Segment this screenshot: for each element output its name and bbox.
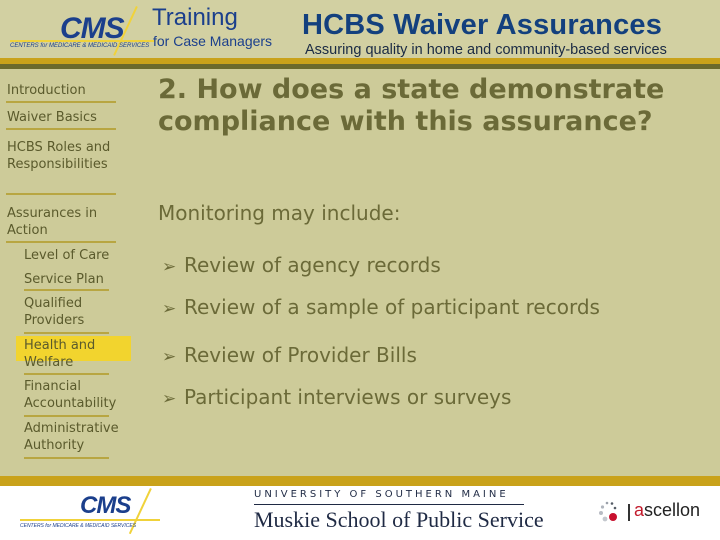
- course-subtitle: Assuring quality in home and community-b…: [305, 42, 667, 58]
- ascellon-wordmark: ascellon: [634, 500, 700, 521]
- sidebar-nav: Introduction Waiver Basics HCBS Roles an…: [0, 70, 150, 470]
- bullet-item: ➢ Review of agency records: [162, 253, 441, 277]
- sidebar-item-level-of-care[interactable]: Level of Care: [24, 247, 109, 264]
- university-name: UNIVERSITY OF SOUTHERN MAINE: [254, 489, 509, 500]
- sidebar-item-administrative-authority[interactable]: Administrative Authority: [24, 420, 134, 454]
- school-name: Muskie School of Public Service: [254, 507, 544, 532]
- nav-divider: [24, 373, 109, 375]
- nav-divider: [6, 101, 116, 103]
- nav-divider: [6, 128, 116, 130]
- header-divider-olive: [0, 64, 720, 69]
- bullet-text: Review of a sample of participant record…: [184, 295, 600, 319]
- footer-cms-logo: CMS CENTERS for MEDICARE & MEDICAID SERV…: [20, 486, 180, 540]
- nav-divider: [24, 457, 109, 459]
- bullet-text: Review of agency records: [184, 253, 441, 277]
- nav-divider: [24, 289, 109, 291]
- bullet-item: ➢ Participant interviews or surveys: [162, 385, 511, 409]
- arrow-bullet-icon: ➢: [162, 299, 177, 319]
- nav-divider: [6, 193, 116, 195]
- ascellon-separator: [628, 504, 630, 521]
- sidebar-item-introduction[interactable]: Introduction: [7, 82, 86, 99]
- nav-divider: [24, 415, 109, 417]
- sidebar-item-qualified-providers[interactable]: Qualified Providers: [24, 295, 134, 329]
- bullet-item: ➢ Review of a sample of participant recor…: [162, 295, 600, 319]
- question-heading: 2. How does a state demonstrate complian…: [158, 74, 665, 137]
- ascellon-letter-a: a: [634, 500, 645, 520]
- cms-logo-word: CMS: [80, 492, 131, 519]
- ascellon-dots-icon: [599, 501, 617, 522]
- footer: CMS CENTERS for MEDICARE & MEDICAID SERV…: [0, 486, 720, 540]
- nav-divider: [24, 332, 109, 334]
- arrow-bullet-icon: ➢: [162, 347, 177, 367]
- cms-logo: CMS CENTERS for MEDICARE & MEDICAID SERV…: [10, 6, 155, 56]
- bullet-text: Review of Provider Bills: [184, 343, 417, 367]
- cms-logo-tagline: CENTERS for MEDICARE & MEDICAID SERVICES: [20, 523, 137, 529]
- ascellon-logo: ascellon: [598, 496, 708, 526]
- university-divider: [254, 504, 524, 505]
- arrow-bullet-icon: ➢: [162, 389, 177, 409]
- nav-divider: [6, 241, 116, 243]
- training-title: Training: [152, 4, 238, 31]
- sidebar-item-health-and-welfare[interactable]: Health and Welfare: [24, 337, 124, 371]
- bullet-item: ➢ Review of Provider Bills: [162, 343, 417, 367]
- arrow-bullet-icon: ➢: [162, 257, 177, 277]
- footer-divider-gold: [0, 476, 720, 486]
- training-subtitle: for Case Managers: [153, 33, 273, 49]
- ascellon-letters: scellon: [644, 500, 701, 520]
- sidebar-item-waiver-basics[interactable]: Waiver Basics: [7, 109, 97, 126]
- intro-text: Monitoring may include:: [158, 201, 401, 225]
- cms-logo-tagline: CENTERS for MEDICARE & MEDICAID SERVICES: [10, 43, 150, 49]
- cms-logo-word: CMS: [60, 12, 125, 45]
- course-title: HCBS Waiver Assurances: [302, 9, 663, 41]
- bullet-text: Participant interviews or surveys: [184, 385, 512, 409]
- sidebar-item-assurances-in-action[interactable]: Assurances in Action: [7, 205, 127, 239]
- sidebar-item-hcbs-roles[interactable]: HCBS Roles and Responsibilities: [7, 139, 127, 173]
- sidebar-item-financial-accountability[interactable]: Financial Accountability: [24, 378, 134, 412]
- sidebar-item-service-plan[interactable]: Service Plan: [24, 271, 104, 288]
- header-banner: CMS CENTERS for MEDICARE & MEDICAID SERV…: [0, 0, 720, 58]
